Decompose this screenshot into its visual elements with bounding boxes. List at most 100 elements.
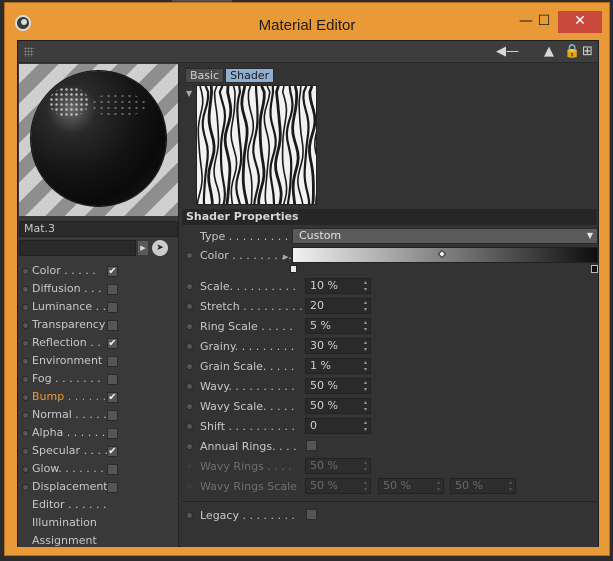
channel-item[interactable]: Transparency xyxy=(18,316,178,334)
channel-item[interactable]: Specular . . . . ✔ xyxy=(18,442,178,460)
parameter-value-field[interactable]: 10 % xyxy=(305,278,371,294)
material-name-field[interactable]: Mat.3 xyxy=(19,221,178,237)
parameter-value-field[interactable]: 50 % xyxy=(305,398,371,414)
animate-dot-icon[interactable] xyxy=(186,363,193,370)
channel-checkbox[interactable] xyxy=(107,428,118,439)
animate-dot-icon[interactable] xyxy=(186,383,193,390)
channel-label: Fog . . . . . . . xyxy=(32,372,101,385)
animate-dot-icon[interactable] xyxy=(22,430,29,437)
type-dropdown[interactable]: Custom ▼ xyxy=(292,228,598,244)
animate-dot-icon[interactable] xyxy=(22,484,29,491)
annual-rings-label: Annual Rings. . . . xyxy=(200,440,297,453)
channel-item[interactable]: Environment xyxy=(18,352,178,370)
channel-label: Diffusion . . . xyxy=(32,282,102,295)
annual-rings-checkbox[interactable] xyxy=(306,440,317,451)
channel-label: Alpha . . . . . . xyxy=(32,426,106,439)
channel-item[interactable]: Fog . . . . . . . xyxy=(18,370,178,388)
wood-grain-line xyxy=(296,86,304,204)
channel-item[interactable]: Luminance . . xyxy=(18,298,178,316)
gradient-knot-black[interactable] xyxy=(591,265,598,273)
channel-checkbox[interactable] xyxy=(107,356,118,367)
new-window-icon[interactable]: ⊞ xyxy=(582,45,593,59)
animate-dot-icon[interactable] xyxy=(186,423,193,430)
animate-dot-icon[interactable] xyxy=(186,443,193,450)
tab-shader[interactable]: Shader xyxy=(225,68,275,83)
channel-checkbox[interactable] xyxy=(107,320,118,331)
channel-item[interactable]: Reflection . . ✔ xyxy=(18,334,178,352)
editor-client-area: ◀— ▲ 🔒 ⊞ Mat.3 ▶ ➤ Color . . . . . ✔ Diffu… xyxy=(17,40,599,547)
lock-icon[interactable]: 🔒 xyxy=(564,45,580,59)
animate-dot-icon[interactable] xyxy=(22,448,29,455)
gradient-knot-white[interactable] xyxy=(290,265,297,273)
animate-dot-icon xyxy=(186,463,193,470)
expand-arrow-icon[interactable]: ▶ xyxy=(283,249,288,265)
animate-dot-icon[interactable] xyxy=(22,286,29,293)
parameter-value-field[interactable]: 20 xyxy=(305,298,371,314)
animate-dot-icon[interactable] xyxy=(186,343,193,350)
animate-dot-icon[interactable] xyxy=(186,403,193,410)
title-bar[interactable]: Material Editor — ☐ ✕ xyxy=(5,3,609,41)
channel-label: Assignment xyxy=(32,534,97,547)
channel-checkbox[interactable] xyxy=(107,302,118,313)
channel-checkbox[interactable] xyxy=(107,464,118,475)
channel-item[interactable]: Glow. . . . . . . xyxy=(18,460,178,478)
channel-checkbox[interactable]: ✔ xyxy=(107,338,118,349)
animate-dot-icon[interactable] xyxy=(186,252,193,259)
material-preview[interactable] xyxy=(19,64,178,216)
parameter-row: Shift . . . . . . . . . . 0 xyxy=(181,418,598,436)
wood-grain-line xyxy=(252,86,260,204)
wood-grain-line xyxy=(201,86,210,204)
material-search-field[interactable] xyxy=(19,240,136,256)
channel-label: Luminance . . xyxy=(32,300,107,313)
maximize-button[interactable]: ☐ xyxy=(533,11,555,33)
animate-dot-icon[interactable] xyxy=(22,322,29,329)
wood-grain-line xyxy=(218,86,227,204)
parameter-value-field[interactable]: 5 % xyxy=(305,318,371,334)
parameter-value-field[interactable]: 0 xyxy=(305,418,371,434)
tab-basic[interactable]: Basic xyxy=(185,68,225,83)
channel-checkbox[interactable] xyxy=(107,284,118,295)
channel-item[interactable]: Displacement xyxy=(18,478,178,496)
channel-checkbox[interactable]: ✔ xyxy=(107,266,118,277)
animate-dot-icon[interactable] xyxy=(22,340,29,347)
channel-checkbox[interactable] xyxy=(107,482,118,493)
channel-item[interactable]: Normal . . . . . xyxy=(18,406,178,424)
pick-cursor-icon[interactable]: ➤ xyxy=(152,240,168,256)
channel-checkbox[interactable]: ✔ xyxy=(107,392,118,403)
animate-dot-icon[interactable] xyxy=(186,323,193,330)
channel-item[interactable]: Illumination xyxy=(18,514,178,532)
animate-dot-icon[interactable] xyxy=(186,303,193,310)
back-arrow-icon[interactable]: ◀— xyxy=(496,45,519,59)
channel-item[interactable]: Assignment xyxy=(18,532,178,550)
animate-dot-icon[interactable] xyxy=(186,283,193,290)
animate-dot-icon[interactable] xyxy=(22,358,29,365)
animate-dot-icon[interactable] xyxy=(22,268,29,275)
wavy-rings-scale-y-field: 50 % xyxy=(378,478,444,494)
close-button[interactable]: ✕ xyxy=(558,11,602,33)
channel-checkbox[interactable] xyxy=(107,410,118,421)
animate-dot-icon[interactable] xyxy=(22,466,29,473)
parameter-label: Stretch . . . . . . . . . xyxy=(200,300,303,313)
parameter-value-field[interactable]: 50 % xyxy=(305,378,371,394)
animate-dot-icon[interactable] xyxy=(22,376,29,383)
legacy-checkbox[interactable] xyxy=(306,509,317,520)
animate-dot-icon[interactable] xyxy=(186,512,193,519)
animate-dot-icon[interactable] xyxy=(22,394,29,401)
channel-checkbox[interactable] xyxy=(107,374,118,385)
grip-icon[interactable] xyxy=(24,47,34,57)
channel-item[interactable]: Bump . . . . . . ✔ xyxy=(18,388,178,406)
animate-dot-icon[interactable] xyxy=(22,412,29,419)
arrow-up-icon[interactable]: ▲ xyxy=(544,45,554,59)
collapse-arrow-icon[interactable]: ▼ xyxy=(186,89,192,98)
channel-checkbox[interactable]: ✔ xyxy=(107,446,118,457)
type-label: Type . . . . . . . . . . xyxy=(200,230,296,243)
play-arrow-icon[interactable]: ▶ xyxy=(138,241,148,255)
channel-item[interactable]: Alpha . . . . . . xyxy=(18,424,178,442)
channel-item[interactable]: Diffusion . . . xyxy=(18,280,178,298)
animate-dot-icon[interactable] xyxy=(22,304,29,311)
wavy-rings-scale-x-field: 50 % xyxy=(305,478,371,494)
channel-item[interactable]: Editor . . . . . . xyxy=(18,496,178,514)
channel-item[interactable]: Color . . . . . ✔ xyxy=(18,262,178,280)
parameter-value-field[interactable]: 1 % xyxy=(305,358,371,374)
parameter-value-field[interactable]: 30 % xyxy=(305,338,371,354)
